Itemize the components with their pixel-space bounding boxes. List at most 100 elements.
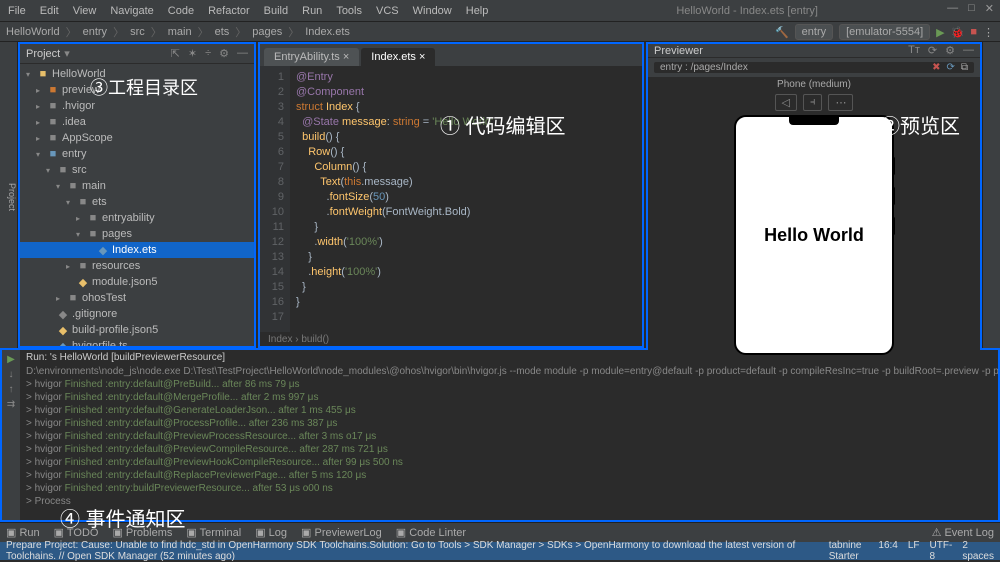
tree-item[interactable]: ▸■.hvigor bbox=[20, 98, 254, 114]
tree-item[interactable]: ▾■src bbox=[20, 162, 254, 178]
tree-item[interactable]: ▸■preview bbox=[20, 82, 254, 98]
menu-run[interactable]: Run bbox=[302, 5, 322, 17]
tree-item[interactable]: ▾■main bbox=[20, 178, 254, 194]
path-text: entry : /pages/Index bbox=[660, 62, 748, 73]
console-line: > hvigor Finished :entry:default@Preview… bbox=[26, 443, 992, 456]
divider-icon[interactable]: ÷ bbox=[205, 47, 211, 60]
menu-navigate[interactable]: Navigate bbox=[110, 5, 153, 17]
menu-window[interactable]: Window bbox=[413, 5, 452, 17]
chevron-down-icon[interactable]: ▾ bbox=[64, 47, 70, 60]
tool-terminal[interactable]: ▣ Terminal bbox=[186, 526, 241, 539]
close-icon[interactable]: ✖ bbox=[932, 62, 940, 73]
panel-title: Previewer bbox=[654, 45, 703, 57]
filter-icon[interactable]: ⇉ bbox=[7, 399, 15, 410]
maximize-icon[interactable]: □ bbox=[968, 2, 975, 15]
rerun-icon[interactable]: ▶ bbox=[7, 354, 15, 365]
hide-icon[interactable]: — bbox=[237, 47, 248, 60]
console-body[interactable]: Run: 's HelloWorld [buildPreviewerResour… bbox=[20, 350, 998, 520]
up-icon[interactable]: ↑ bbox=[9, 384, 14, 395]
project-tree[interactable]: ▾■HelloWorld▸■preview▸■.hvigor▸■.idea▸■A… bbox=[20, 64, 254, 346]
tool-run[interactable]: ▣ Run bbox=[6, 526, 40, 539]
stop-icon[interactable]: ↓ bbox=[9, 369, 14, 380]
debug-icon[interactable]: 🐞 bbox=[951, 26, 965, 39]
crumb[interactable]: pages bbox=[252, 26, 282, 38]
more-icon[interactable]: ⋮ bbox=[983, 26, 994, 39]
tree-item[interactable]: ▸■.idea bbox=[20, 114, 254, 130]
code-area[interactable]: 1234567891011121314151617 @Entry@Compone… bbox=[260, 66, 642, 332]
preview-canvas: Phone (medium) ◁ ⫞ ⋯ Hello World bbox=[648, 77, 980, 355]
menu-vcs[interactable]: VCS bbox=[376, 5, 399, 17]
menu-edit[interactable]: Edit bbox=[40, 5, 59, 17]
tree-item[interactable]: ▸■resources bbox=[20, 258, 254, 274]
status-item[interactable]: 16:4 bbox=[878, 540, 897, 562]
device-label: Phone (medium) bbox=[777, 79, 851, 90]
tree-item[interactable]: ▸■AppScope bbox=[20, 130, 254, 146]
menu-code[interactable]: Code bbox=[168, 5, 194, 17]
device-select[interactable]: [emulator-5554] bbox=[839, 24, 930, 40]
tree-item[interactable]: ◆build-profile.json5 bbox=[20, 322, 254, 338]
minimize-icon[interactable]: — bbox=[947, 2, 958, 15]
right-gutter bbox=[982, 42, 1000, 348]
project-tool-icon[interactable]: Project bbox=[7, 183, 17, 211]
status-item[interactable]: LF bbox=[908, 540, 920, 562]
run-icon[interactable]: ▶ bbox=[936, 26, 944, 39]
gear-icon[interactable]: ⚙ bbox=[219, 47, 229, 60]
line-gutter: 1234567891011121314151617 bbox=[260, 66, 290, 332]
collapse-icon[interactable]: ⇱ bbox=[171, 47, 180, 60]
hide-icon[interactable]: — bbox=[963, 44, 974, 57]
code-body[interactable]: @Entry@Componentstruct Index { @State me… bbox=[290, 66, 642, 332]
tree-item[interactable]: ▸■ohosTest bbox=[20, 290, 254, 306]
tree-item[interactable]: ▸■entryability bbox=[20, 210, 254, 226]
tool-log[interactable]: ▣ Log bbox=[255, 526, 287, 539]
event-log[interactable]: ⚠Event Log bbox=[932, 526, 994, 539]
stop-icon[interactable]: ■ bbox=[970, 26, 977, 38]
tool-problems[interactable]: ▣ Problems bbox=[112, 526, 172, 539]
tree-item[interactable]: ▾■HelloWorld bbox=[20, 66, 254, 82]
editor-tab[interactable]: Index.ets × bbox=[361, 48, 435, 66]
menu-file[interactable]: File bbox=[8, 5, 26, 17]
copy-icon[interactable]: ⧉ bbox=[961, 62, 968, 73]
tree-item[interactable]: ▾■pages bbox=[20, 226, 254, 242]
rotate-icon[interactable]: Tт bbox=[908, 44, 920, 57]
tool-todo[interactable]: ▣ TODO bbox=[54, 526, 99, 539]
split-icon[interactable]: ⫞ bbox=[803, 94, 823, 111]
hammer-icon[interactable]: 🔨 bbox=[775, 26, 789, 39]
status-item[interactable]: tabnine Starter bbox=[829, 540, 869, 562]
refresh-icon[interactable]: ⟳ bbox=[928, 44, 937, 57]
notch bbox=[789, 117, 839, 125]
editor-tab[interactable]: EntryAbility.ts × bbox=[264, 48, 359, 66]
close-icon[interactable]: ✕ bbox=[985, 2, 994, 15]
tree-item[interactable]: ◆.gitignore bbox=[20, 306, 254, 322]
menu-view[interactable]: View bbox=[73, 5, 97, 17]
reload-icon[interactable]: ⟳ bbox=[946, 62, 954, 73]
tree-item[interactable]: ▾■entry bbox=[20, 146, 254, 162]
preview-text: Hello World bbox=[764, 225, 864, 246]
tool-code linter[interactable]: ▣ Code Linter bbox=[396, 526, 466, 539]
tree-item[interactable]: ◆Index.ets bbox=[20, 242, 254, 258]
crumb[interactable]: entry bbox=[83, 26, 107, 38]
status-msg[interactable]: Prepare Project: Cause: Unable to find h… bbox=[6, 540, 829, 562]
structure-crumb[interactable]: Index › build() bbox=[260, 332, 642, 346]
crumb[interactable]: ets bbox=[215, 26, 230, 38]
back-icon[interactable]: ◁ bbox=[775, 94, 797, 111]
menu-build[interactable]: Build bbox=[264, 5, 288, 17]
menu-tools[interactable]: Tools bbox=[336, 5, 362, 17]
expand-icon[interactable]: ✶ bbox=[188, 47, 197, 60]
crumb[interactable]: main bbox=[168, 26, 192, 38]
gear-icon[interactable]: ⚙ bbox=[945, 44, 955, 57]
console-line: > hvigor Finished :entry:default@Preview… bbox=[26, 456, 992, 469]
more-icon[interactable]: ⋯ bbox=[828, 94, 853, 111]
run-config[interactable]: entry bbox=[795, 24, 833, 40]
tree-item[interactable]: ◆hvigorfile.ts bbox=[20, 338, 254, 346]
crumb[interactable]: HelloWorld bbox=[6, 26, 60, 38]
project-panel: Project ▾ ⇱ ✶ ÷ ⚙ — ▾■HelloWorld▸■previe… bbox=[18, 42, 256, 348]
menu-help[interactable]: Help bbox=[466, 5, 489, 17]
status-item[interactable]: 2 spaces bbox=[962, 540, 994, 562]
tool-previewerlog[interactable]: ▣ PreviewerLog bbox=[301, 526, 382, 539]
tree-item[interactable]: ◆module.json5 bbox=[20, 274, 254, 290]
status-item[interactable]: UTF-8 bbox=[930, 540, 953, 562]
menu-refactor[interactable]: Refactor bbox=[208, 5, 250, 17]
crumb[interactable]: src bbox=[130, 26, 145, 38]
crumb[interactable]: Index.ets bbox=[305, 26, 350, 38]
tree-item[interactable]: ▾■ets bbox=[20, 194, 254, 210]
